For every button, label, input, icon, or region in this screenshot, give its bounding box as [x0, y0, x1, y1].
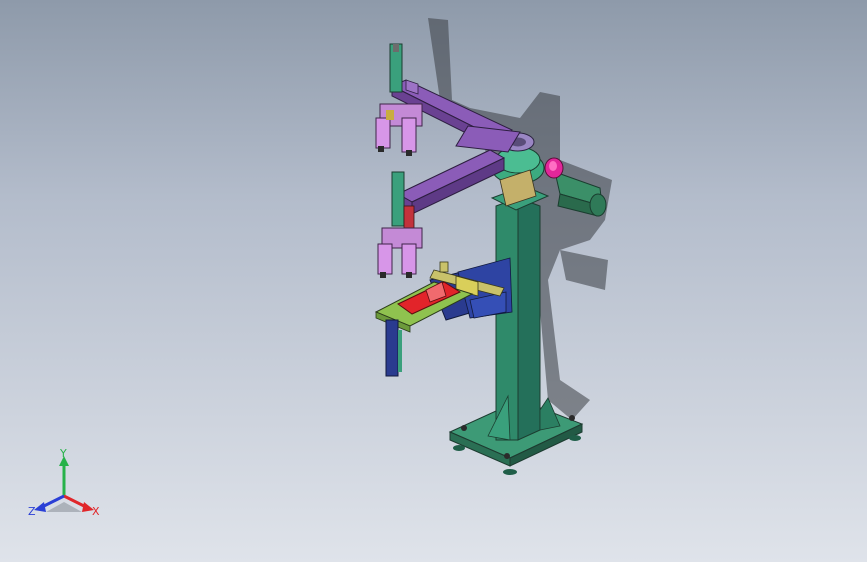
axis-x-label: X [92, 505, 100, 518]
axis-triad: Y X Z [22, 446, 112, 526]
robot-arm-model[interactable] [0, 0, 867, 562]
axis-y-label: Y [60, 447, 67, 460]
support-rod[interactable] [385, 319, 402, 377]
lower-arm[interactable] [396, 149, 506, 215]
cad-graphics-viewport[interactable]: Y X Z [0, 0, 867, 562]
axis-z-label: Z [28, 505, 36, 518]
